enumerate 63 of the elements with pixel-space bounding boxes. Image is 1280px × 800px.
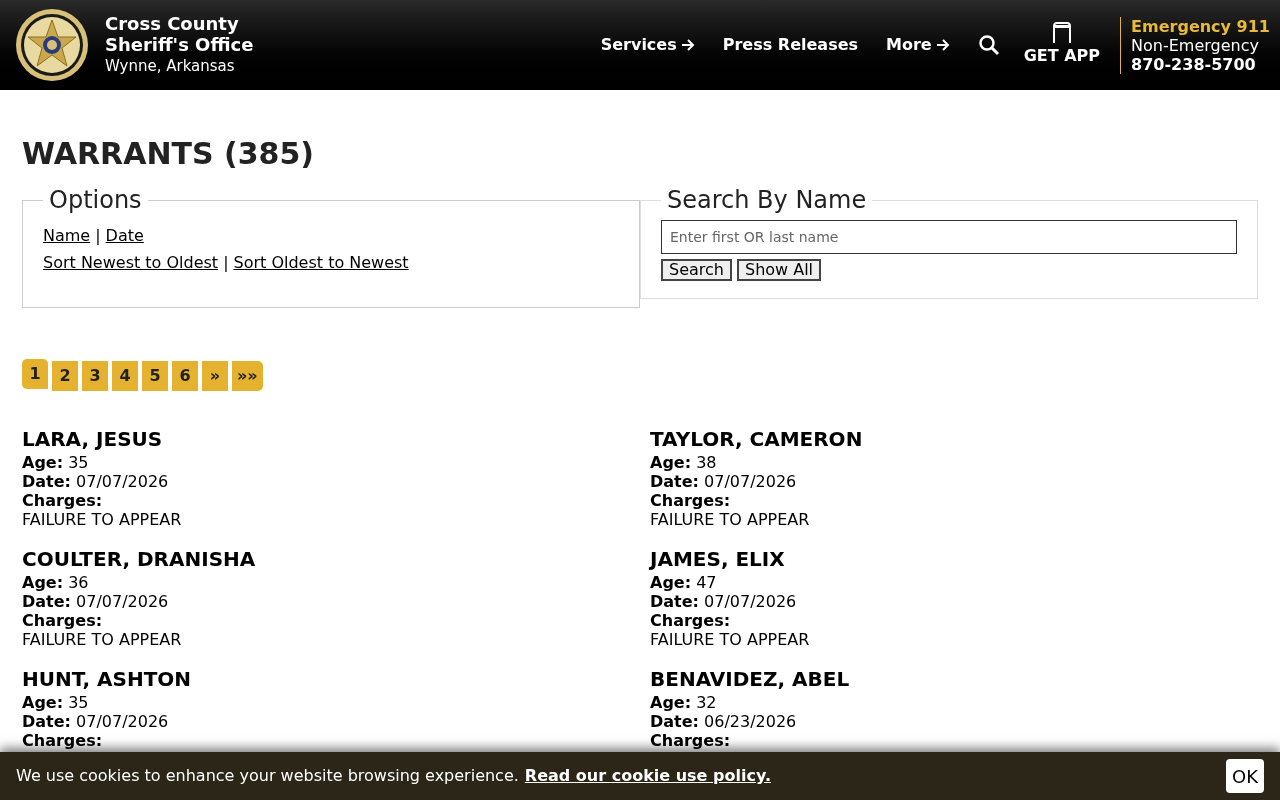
sort-link[interactable]: Name	[43, 226, 91, 245]
page-button[interactable]: »	[202, 361, 228, 391]
search-form-button[interactable]: Search	[661, 259, 732, 281]
options-legend: Options	[43, 182, 148, 218]
site-title[interactable]: Cross County	[105, 13, 254, 34]
charges-label: Charges:	[650, 731, 732, 750]
charges-label: Charges:	[22, 611, 104, 630]
warrant-date: Date: 07/07/2026	[650, 592, 798, 611]
warrant-date: Date: 06/23/2026	[650, 712, 798, 731]
warrant-charges: FAILURE TO APPEAR	[650, 630, 811, 649]
warrant-name[interactable]: HUNT, ASHTON	[22, 667, 630, 691]
warrant-date: Date: 07/07/2026	[650, 472, 798, 491]
warrant-age: Age: 47	[650, 573, 718, 592]
charges-label: Charges:	[22, 731, 104, 750]
sort-link[interactable]: Date	[105, 226, 144, 245]
page-button[interactable]: 4	[112, 361, 138, 391]
warrant-date: Date: 07/07/2026	[22, 472, 170, 491]
warrant-name[interactable]: BENAVIDEZ, ABEL	[650, 667, 1258, 691]
page-button[interactable]: 5	[142, 361, 168, 391]
separator: |	[223, 253, 229, 272]
non-emergency-phone[interactable]: 870-238-5700	[1131, 54, 1270, 74]
warrant-name[interactable]: COULTER, DRANISHA	[22, 547, 630, 571]
non-emergency-label: Non-Emergency	[1131, 35, 1260, 55]
nav-link[interactable]: Services	[600, 33, 695, 57]
cookie-ok-button[interactable]: OK	[1226, 759, 1264, 793]
sort-link[interactable]: Sort Newest to Oldest	[43, 253, 219, 272]
name-search-field[interactable]: Enter first OR last name	[661, 220, 1237, 254]
search-icon[interactable]	[977, 34, 1000, 56]
warrant-age: Age: 38	[650, 453, 718, 472]
get-app-button[interactable]: GET APP	[1023, 22, 1101, 68]
warrant-charges: FAILURE TO APPEAR	[22, 510, 183, 529]
warrant-charges: FAILURE TO APPEAR	[22, 630, 183, 649]
search-legend: Search By Name	[661, 182, 873, 218]
emergency-number[interactable]: Emergency 911	[1131, 16, 1270, 36]
warrant-name[interactable]: JAMES, ELIX	[650, 547, 1258, 571]
warrant-charges: FAILURE TO APPEAR	[650, 510, 811, 529]
search-form-button[interactable]: Show All	[736, 259, 822, 281]
charges-label: Charges:	[650, 491, 732, 510]
warrant-name[interactable]: TAYLOR, CAMERON	[650, 427, 1258, 451]
page-button[interactable]: »»	[232, 361, 263, 391]
phone-icon	[1050, 22, 1073, 44]
nav-link[interactable]: Press Releases	[722, 33, 859, 57]
warrant-name[interactable]: LARA, JESUS	[22, 427, 630, 451]
sort-link[interactable]: Sort Oldest to Newest	[233, 253, 409, 272]
cookie-message: We use cookies to enhance your website browsing experience.	[16, 765, 519, 787]
charges-label: Charges:	[650, 611, 732, 630]
warrant-date: Date: 07/07/2026	[22, 712, 170, 731]
warrant-age: Age: 32	[650, 693, 718, 712]
cookie-policy-link[interactable]: Read our cookie use policy.	[524, 764, 771, 788]
page-button[interactable]: 1	[22, 359, 48, 389]
warrant-age: Age: 35	[22, 453, 90, 472]
page-button[interactable]: 6	[172, 361, 198, 391]
site-title[interactable]: Sheriff's Office	[105, 34, 254, 55]
page-title: WARRANTS (385)	[22, 135, 316, 173]
separator: |	[95, 226, 101, 245]
warrant-date: Date: 07/07/2026	[22, 592, 170, 611]
nav-link[interactable]: More	[886, 33, 950, 57]
page-button[interactable]: 2	[52, 361, 78, 391]
warrant-age: Age: 36	[22, 573, 90, 592]
site-location: Wynne, Arkansas	[105, 56, 236, 77]
charges-label: Charges:	[22, 491, 104, 510]
warrant-age: Age: 35	[22, 693, 90, 712]
page-button[interactable]: 3	[82, 361, 108, 391]
